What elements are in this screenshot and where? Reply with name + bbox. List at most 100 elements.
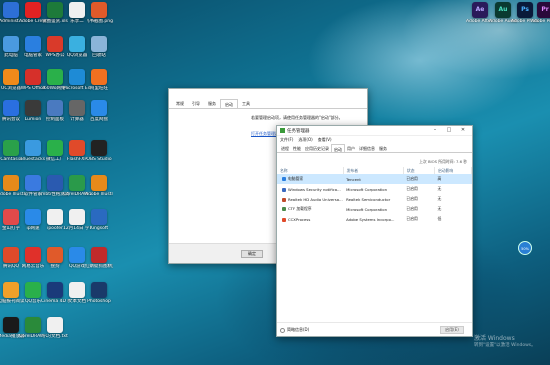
- startup-message: 若要管理启动项，请使用任务管理器的"启动"部分。: [251, 115, 343, 120]
- app-icon: [3, 100, 19, 116]
- app-icon: [91, 2, 107, 18]
- desktop-icon[interactable]: 红蜻蜓抓图精灵: [85, 247, 113, 270]
- startup-item-status: 已启用: [406, 206, 418, 211]
- desktop-icon[interactable]: 学习文档.txt: [41, 317, 69, 340]
- app-icon: [47, 69, 63, 85]
- task-manager-tab-bar: 进程 性能 应用历史记录 启动 用户 详细信息 服务: [277, 144, 472, 153]
- app-icon: [3, 209, 19, 225]
- enable-button[interactable]: 启用(E): [440, 326, 464, 334]
- desktop-icon[interactable]: 百度网盘: [85, 100, 113, 123]
- window-controls: – □ ✕: [428, 127, 470, 134]
- desktop-icon-label: 飞书截图.png: [85, 19, 113, 24]
- startup-item-impact: 低: [437, 216, 442, 221]
- app-icon: [282, 207, 286, 211]
- app-icon: [69, 100, 85, 116]
- menu-file[interactable]: 文件(F): [280, 136, 293, 144]
- tab-startup[interactable]: 启动: [220, 99, 238, 108]
- desktop-icon[interactable]: 回收站: [85, 36, 113, 59]
- window-title: 任务管理器: [287, 129, 310, 134]
- desktop-icon[interactable]: PrAdobe Premiere: [531, 2, 550, 25]
- startup-item-status: 已启用: [406, 186, 418, 191]
- app-icon: [91, 36, 107, 52]
- column-header-publisher[interactable]: 发布者: [343, 167, 404, 174]
- tab-processes[interactable]: 进程: [279, 144, 291, 152]
- maximize-button[interactable]: □: [442, 127, 456, 134]
- task-manager-icon: [280, 128, 285, 133]
- app-icon: [282, 217, 286, 222]
- app-icon: [69, 36, 85, 52]
- fewer-details-label: 简略信息(D): [287, 327, 310, 332]
- tab-details[interactable]: 详细信息: [357, 144, 377, 152]
- startup-item-impact: 无: [437, 196, 442, 201]
- desktop-icon-label: 阿里旺旺: [90, 86, 108, 91]
- desktop-icon-label: Kingsoft: [89, 226, 109, 231]
- open-task-manager-link[interactable]: 打开任务管理器: [251, 131, 279, 137]
- adobe-app-icon: Au: [495, 2, 511, 18]
- app-icon: [282, 177, 286, 181]
- tab-startup[interactable]: 启动: [331, 144, 345, 152]
- desktop-icon-label: 百度网盘: [90, 117, 108, 122]
- bios-time: 上次 BIOS 所用时间: 7.6 秒: [419, 159, 467, 164]
- tab-general[interactable]: 常规: [172, 99, 188, 108]
- desktop-icon-label: Photoshop: [87, 299, 111, 304]
- column-header-impact[interactable]: 启动影响: [434, 167, 472, 174]
- desktop-icon[interactable]: Kingsoft: [85, 209, 113, 232]
- msconfig-tab-bar: 常规 引导 服务 启动 工具: [169, 99, 367, 109]
- desktop-icon[interactable]: OBS Studio: [85, 140, 113, 163]
- msconfig-titlebar[interactable]: [169, 89, 367, 99]
- desktop-icon[interactable]: Photoshop: [85, 282, 113, 305]
- app-icon: [47, 140, 63, 156]
- tab-tools[interactable]: 工具: [238, 99, 254, 108]
- table-row[interactable]: CTF 加载程序 Microsoft Corporation 已启用 无: [277, 204, 472, 214]
- tab-services[interactable]: 服务: [204, 99, 220, 108]
- app-icon: [282, 197, 286, 202]
- desktop-icon[interactable]: Adobe Illustrat...: [85, 175, 113, 198]
- app-icon: [3, 69, 19, 85]
- startup-item-name: Windows Security notifica...: [277, 184, 343, 194]
- table-row[interactable]: Realtek HD Audio Universa... Realtek Semi…: [277, 194, 472, 204]
- desktop-icon[interactable]: 阿里旺旺: [85, 69, 113, 92]
- app-icon: [47, 209, 63, 225]
- close-button[interactable]: ✕: [456, 127, 470, 134]
- menu-options[interactable]: 选项(O): [298, 136, 312, 144]
- minimize-button[interactable]: –: [428, 127, 442, 134]
- app-icon: [69, 2, 85, 18]
- task-manager-titlebar[interactable]: 任务管理器 – □ ✕: [277, 126, 472, 136]
- desktop-icon-label: Adobe Premiere: [531, 19, 550, 24]
- floating-ball-widget[interactable]: 50%: [518, 241, 532, 255]
- table-row[interactable]: Windows Security notifica... Microsoft Co…: [277, 184, 472, 194]
- table-row[interactable]: 电脑管家 Tencent 已启用高: [277, 174, 472, 184]
- watermark-subtitle: 转到"设置"以激活 Windows。: [474, 343, 536, 348]
- startup-item-publisher: Realtek Semiconductor: [346, 196, 391, 202]
- activation-watermark: 激活 Windows 转到"设置"以激活 Windows。: [474, 333, 536, 348]
- app-icon: [91, 175, 107, 191]
- fewer-details-toggle[interactable]: 简略信息(D): [280, 327, 309, 333]
- app-icon: [3, 282, 19, 298]
- app-icon: [47, 247, 63, 263]
- app-icon: [25, 69, 41, 85]
- desktop-icon[interactable]: 飞书截图.png: [85, 2, 113, 25]
- tab-services[interactable]: 服务: [377, 144, 389, 152]
- startup-item-name: CCXProcess: [277, 214, 343, 224]
- column-header-status[interactable]: 状态: [403, 167, 436, 174]
- tab-boot[interactable]: 引导: [188, 99, 204, 108]
- app-icon: [3, 247, 19, 263]
- bios-info-bar: 上次 BIOS 所用时间: 7.6 秒: [277, 153, 472, 167]
- app-icon: [3, 175, 19, 191]
- app-icon: [25, 140, 41, 156]
- app-icon: [47, 175, 63, 191]
- tab-performance[interactable]: 性能: [291, 144, 303, 152]
- startup-item-status: 已启用: [403, 174, 435, 184]
- watermark-title: 激活 Windows: [474, 335, 515, 342]
- startup-item-impact: 高: [434, 174, 472, 184]
- app-icon: [91, 282, 107, 298]
- table-row[interactable]: CCXProcess Adobe Systems Incorpo... 已启用 低: [277, 214, 472, 224]
- app-icon: [25, 100, 41, 116]
- app-icon: [47, 100, 63, 116]
- tab-users[interactable]: 用户: [345, 144, 357, 152]
- ok-button[interactable]: 确定: [241, 250, 263, 258]
- tab-app-history[interactable]: 应用历史记录: [303, 144, 331, 152]
- task-manager-footer: 简略信息(D) 启用(E): [277, 322, 472, 336]
- column-header-name[interactable]: 名称: [277, 167, 344, 174]
- menu-view[interactable]: 查看(V): [318, 136, 332, 144]
